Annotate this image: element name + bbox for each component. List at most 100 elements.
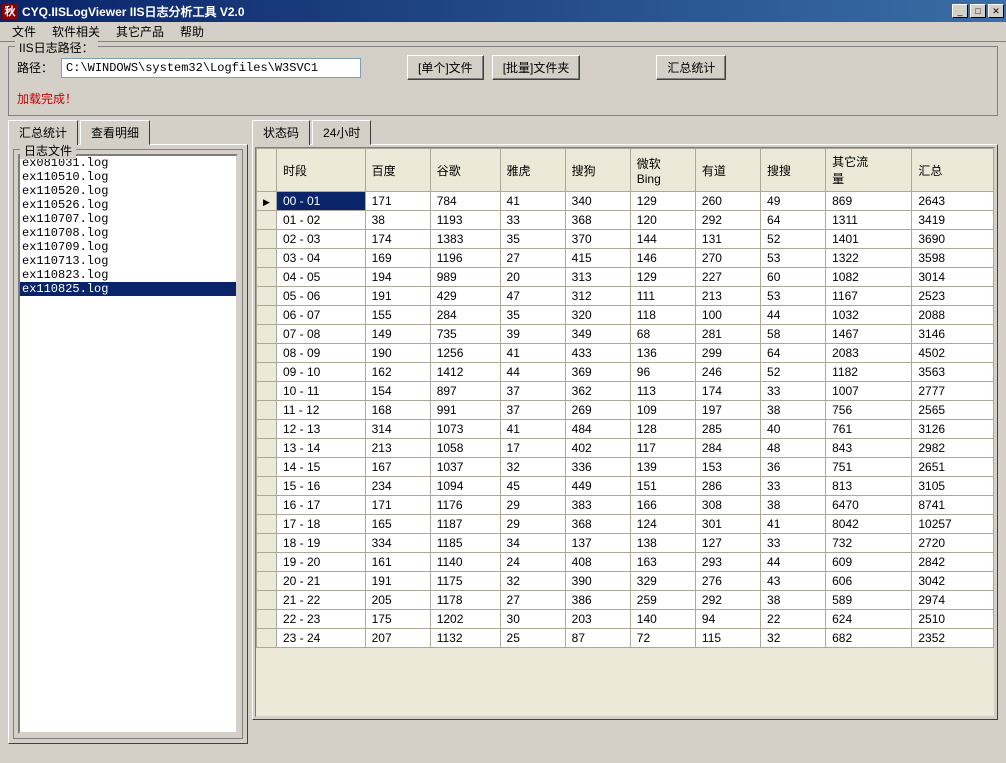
grid-cell[interactable]: 1383 — [430, 230, 500, 249]
grid-cell[interactable]: 47 — [500, 287, 565, 306]
grid-cell[interactable]: 64 — [761, 211, 826, 230]
grid-cell[interactable]: 761 — [826, 420, 912, 439]
grid-cell[interactable]: 312 — [565, 287, 630, 306]
grid-cell[interactable]: 174 — [365, 230, 430, 249]
grid-cell[interactable]: 111 — [630, 287, 695, 306]
grid-cell[interactable]: 286 — [695, 477, 760, 496]
grid-cell[interactable]: 203 — [565, 610, 630, 629]
grid-cell[interactable]: 32 — [500, 572, 565, 591]
row-header[interactable] — [257, 287, 277, 306]
grid-cell[interactable]: 44 — [761, 553, 826, 572]
grid-cell[interactable]: 2088 — [912, 306, 994, 325]
right-tab[interactable]: 24小时 — [312, 120, 371, 145]
grid-cell[interactable]: 1007 — [826, 382, 912, 401]
grid-cell[interactable]: 13 - 14 — [277, 439, 366, 458]
grid-cell[interactable]: 843 — [826, 439, 912, 458]
grid-cell[interactable]: 369 — [565, 363, 630, 382]
grid-cell[interactable]: 8042 — [826, 515, 912, 534]
grid-cell[interactable]: 22 - 23 — [277, 610, 366, 629]
grid-cell[interactable]: 1182 — [826, 363, 912, 382]
grid-cell[interactable]: 36 — [761, 458, 826, 477]
grid-cell[interactable]: 386 — [565, 591, 630, 610]
grid-cell[interactable]: 33 — [761, 477, 826, 496]
menu-item[interactable]: 其它产品 — [108, 21, 172, 42]
minimize-button[interactable]: _ — [952, 4, 968, 18]
column-header[interactable]: 汇总 — [912, 149, 994, 192]
grid-cell[interactable]: 285 — [695, 420, 760, 439]
grid-cell[interactable]: 1401 — [826, 230, 912, 249]
grid-cell[interactable]: 1167 — [826, 287, 912, 306]
grid-cell[interactable]: 1311 — [826, 211, 912, 230]
column-header[interactable]: 百度 — [365, 149, 430, 192]
grid-cell[interactable]: 190 — [365, 344, 430, 363]
grid-cell[interactable]: 53 — [761, 249, 826, 268]
grid-cell[interactable]: 38 — [365, 211, 430, 230]
grid-cell[interactable]: 301 — [695, 515, 760, 534]
grid-cell[interactable]: 408 — [565, 553, 630, 572]
menu-item[interactable]: 帮助 — [172, 21, 212, 42]
grid-cell[interactable]: 284 — [695, 439, 760, 458]
grid-cell[interactable]: 234 — [365, 477, 430, 496]
row-header[interactable] — [257, 515, 277, 534]
grid-cell[interactable]: 449 — [565, 477, 630, 496]
grid-cell[interactable]: 06 - 07 — [277, 306, 366, 325]
grid-cell[interactable]: 314 — [365, 420, 430, 439]
grid-cell[interactable]: 17 - 18 — [277, 515, 366, 534]
grid-cell[interactable]: 127 — [695, 534, 760, 553]
grid-cell[interactable]: 259 — [630, 591, 695, 610]
column-header[interactable]: 搜搜 — [761, 149, 826, 192]
grid-cell[interactable]: 349 — [565, 325, 630, 344]
grid-cell[interactable]: 94 — [695, 610, 760, 629]
grid-cell[interactable]: 3690 — [912, 230, 994, 249]
grid-cell[interactable]: 1082 — [826, 268, 912, 287]
grid-cell[interactable]: 20 — [500, 268, 565, 287]
grid-cell[interactable]: 732 — [826, 534, 912, 553]
grid-cell[interactable]: 32 — [761, 629, 826, 648]
grid-cell[interactable]: 19 - 20 — [277, 553, 366, 572]
grid-cell[interactable]: 21 - 22 — [277, 591, 366, 610]
close-button[interactable]: ✕ — [988, 4, 1004, 18]
grid-cell[interactable]: 3419 — [912, 211, 994, 230]
grid-cell[interactable]: 1094 — [430, 477, 500, 496]
grid-cell[interactable]: 144 — [630, 230, 695, 249]
file-item[interactable]: ex110520.log — [20, 184, 236, 198]
grid-cell[interactable]: 25 — [500, 629, 565, 648]
grid-cell[interactable]: 41 — [500, 192, 565, 211]
grid-cell[interactable]: 124 — [630, 515, 695, 534]
grid-cell[interactable]: 624 — [826, 610, 912, 629]
grid-cell[interactable]: 2842 — [912, 553, 994, 572]
grid-cell[interactable]: 3563 — [912, 363, 994, 382]
grid-cell[interactable]: 4502 — [912, 344, 994, 363]
grid-cell[interactable]: 33 — [500, 211, 565, 230]
data-grid[interactable]: 时段百度谷歌雅虎搜狗微软 Bing有道搜搜其它流 量汇总00 - 0117178… — [255, 147, 995, 717]
grid-cell[interactable]: 284 — [430, 306, 500, 325]
grid-cell[interactable]: 41 — [500, 420, 565, 439]
grid-cell[interactable]: 1037 — [430, 458, 500, 477]
row-header[interactable] — [257, 439, 277, 458]
grid-cell[interactable]: 175 — [365, 610, 430, 629]
grid-cell[interactable]: 131 — [695, 230, 760, 249]
grid-cell[interactable]: 24 — [500, 553, 565, 572]
grid-cell[interactable]: 43 — [761, 572, 826, 591]
grid-cell[interactable]: 18 - 19 — [277, 534, 366, 553]
grid-cell[interactable]: 32 — [500, 458, 565, 477]
grid-cell[interactable]: 10 - 11 — [277, 382, 366, 401]
grid-cell[interactable]: 165 — [365, 515, 430, 534]
column-header[interactable]: 其它流 量 — [826, 149, 912, 192]
grid-cell[interactable]: 433 — [565, 344, 630, 363]
column-header[interactable]: 时段 — [277, 149, 366, 192]
grid-cell[interactable]: 2510 — [912, 610, 994, 629]
grid-cell[interactable]: 340 — [565, 192, 630, 211]
grid-cell[interactable]: 39 — [500, 325, 565, 344]
grid-cell[interactable]: 09 - 10 — [277, 363, 366, 382]
stats-button[interactable]: 汇总统计 — [656, 55, 726, 80]
grid-cell[interactable]: 1185 — [430, 534, 500, 553]
grid-cell[interactable]: 1322 — [826, 249, 912, 268]
grid-cell[interactable]: 334 — [365, 534, 430, 553]
grid-cell[interactable]: 100 — [695, 306, 760, 325]
grid-cell[interactable]: 2523 — [912, 287, 994, 306]
grid-cell[interactable]: 484 — [565, 420, 630, 439]
row-header[interactable] — [257, 211, 277, 230]
path-input[interactable] — [61, 58, 361, 78]
row-header[interactable] — [257, 610, 277, 629]
